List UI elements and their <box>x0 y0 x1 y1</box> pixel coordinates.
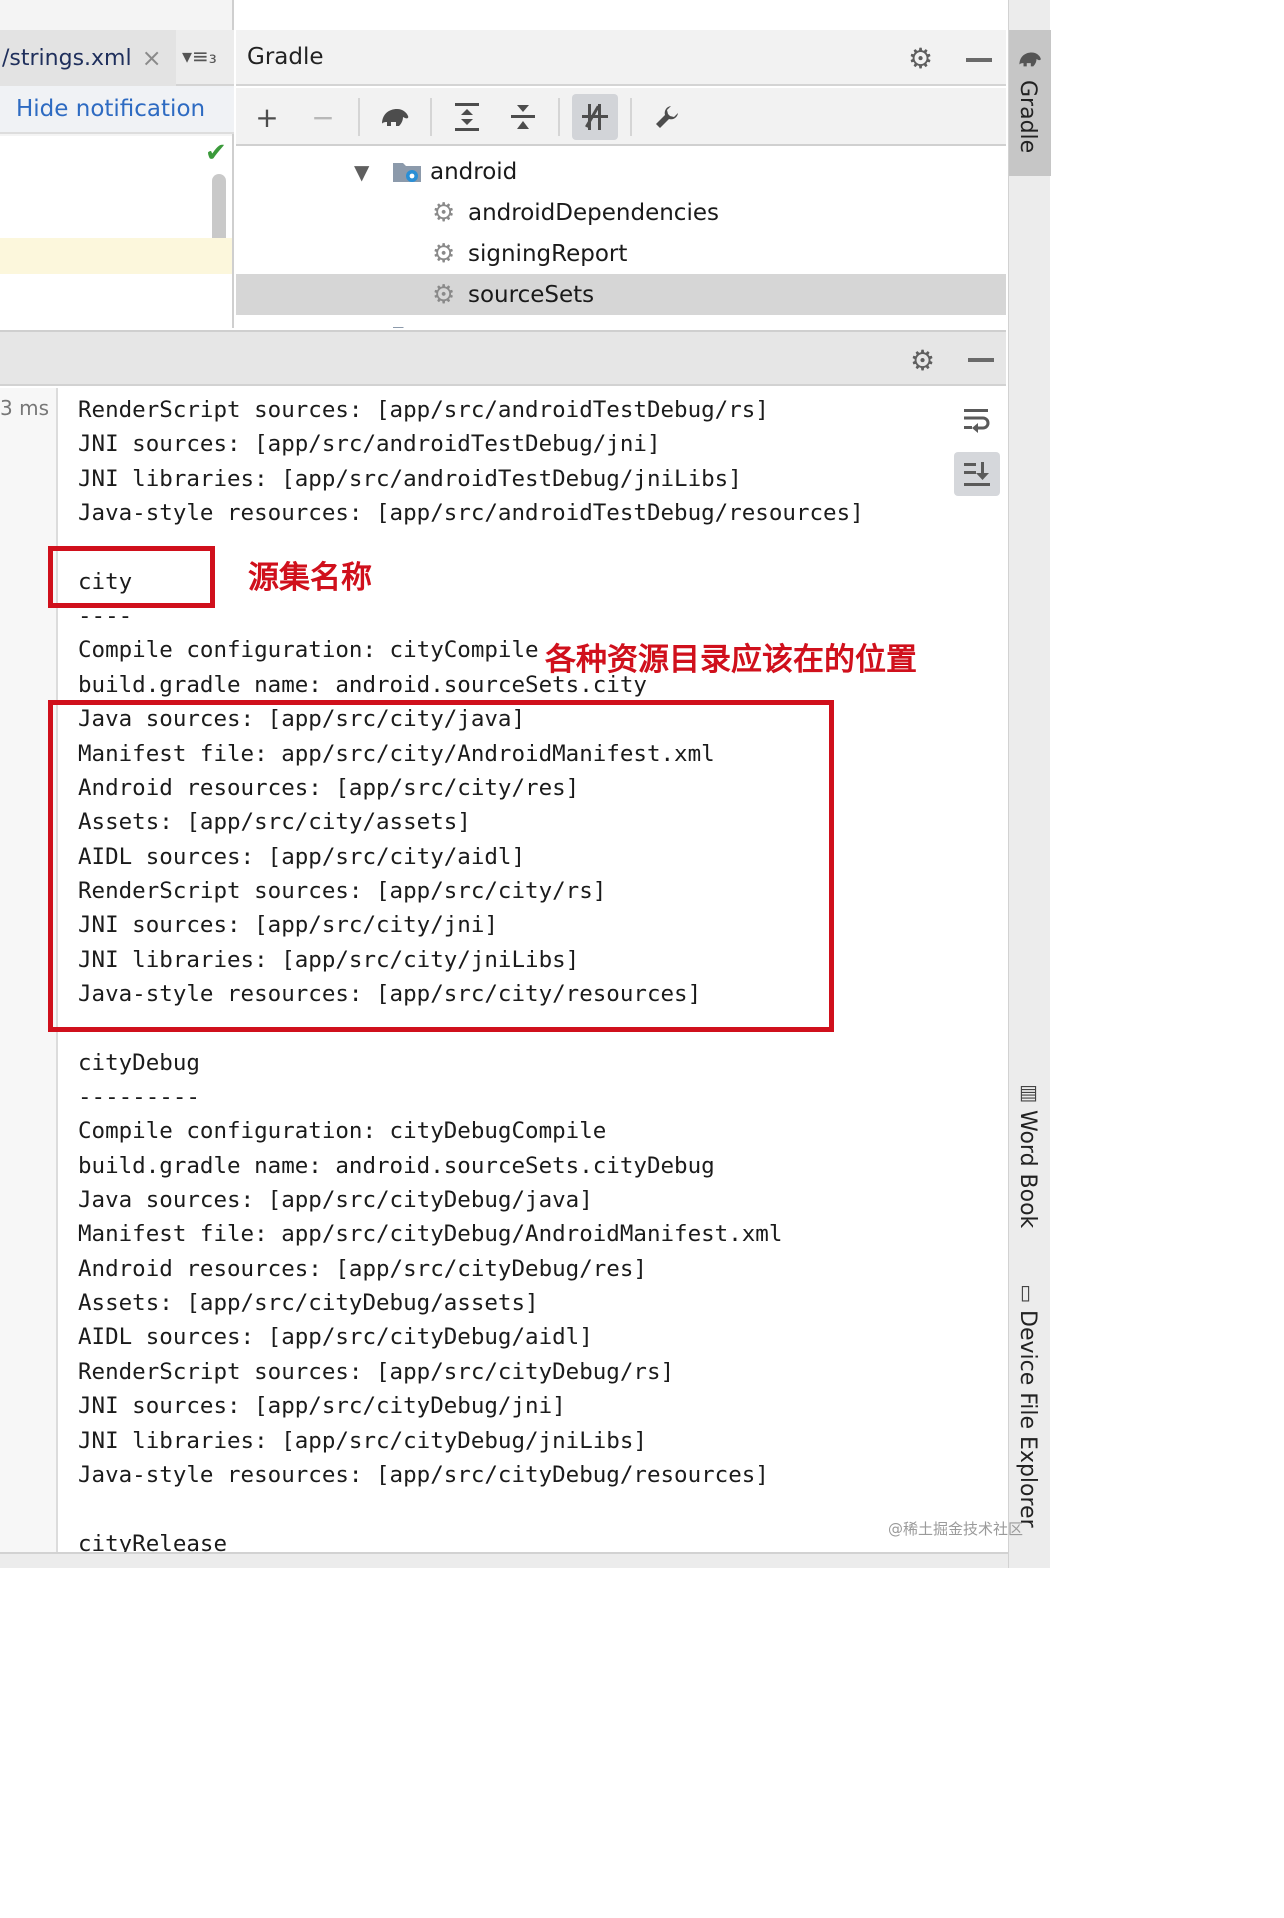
console-line: JNI libraries: [app/src/androidTestDebug… <box>78 465 742 492</box>
console-line: Assets: [app/src/cityDebug/assets] <box>78 1290 539 1317</box>
console-line: Manifest file: app/src/cityDebug/Android… <box>78 1221 783 1248</box>
watermark: @稀土掘金技术社区 <box>888 1520 1024 1538</box>
toolbar-separator <box>630 98 632 136</box>
toolbar-separator <box>430 98 432 136</box>
annotation-box-resource-dirs <box>48 700 834 1032</box>
right-tool-stripe: Gradle ▤ Word Book ▯ Device File Explore… <box>1008 0 1051 1568</box>
close-icon[interactable]: × <box>142 44 162 72</box>
editor-tab-bar: /strings.xml × ▾≡₃ <box>0 30 234 86</box>
current-line-highlight <box>0 238 232 274</box>
chevron-down-icon[interactable]: ▼ <box>354 324 369 329</box>
hide-panel-icon[interactable] <box>966 58 992 62</box>
console-line: RenderScript sources: [app/src/androidTe… <box>78 397 769 423</box>
console-line: JNI sources: [app/src/cityDebug/jni] <box>78 1393 566 1420</box>
console-line: Java sources: [app/src/cityDebug/java] <box>78 1187 593 1214</box>
gradle-panel-title: Gradle <box>247 44 324 70</box>
gear-icon: ⚙ <box>432 197 456 228</box>
gear-icon[interactable]: ⚙ <box>910 344 935 377</box>
gradle-tab-label: Gradle <box>1015 80 1040 154</box>
annotation-resource-dirs: 各种资源目录应该在的位置 <box>545 642 917 678</box>
tree-node-partial[interactable]: ▼ <box>236 315 1006 328</box>
run-panel-header: ⚙ <box>0 330 1006 386</box>
annotation-box-source-set-name <box>48 546 215 608</box>
annotation-source-set-name: 源集名称 <box>248 560 372 596</box>
console-line: cityRelease <box>78 1530 228 1552</box>
scroll-to-end-icon[interactable] <box>954 452 1000 496</box>
gradle-elephant-icon <box>1019 52 1041 67</box>
hide-panel-icon[interactable] <box>968 358 994 362</box>
collapse-all-icon[interactable] <box>500 94 546 140</box>
tree-node-label: android <box>430 158 518 185</box>
task-duration-label: 3 ms <box>0 396 49 420</box>
console-side-toolbar <box>950 388 1006 1552</box>
console-line: cityDebug <box>78 1049 200 1076</box>
gradle-tool-window-button[interactable]: Gradle <box>1009 30 1051 176</box>
expand-all-icon[interactable] <box>444 94 490 140</box>
toolbar-separator <box>558 98 560 136</box>
console-line: AIDL sources: [app/src/cityDebug/aidl] <box>78 1324 593 1351</box>
tree-node-sourceSets[interactable]: ⚙ sourceSets <box>236 274 1006 315</box>
device-icon: ▯ <box>1020 1280 1032 1304</box>
execute-gradle-task-icon[interactable] <box>372 94 418 140</box>
wrench-icon[interactable] <box>644 94 690 140</box>
console-line: RenderScript sources: [app/src/cityDebug… <box>78 1358 675 1385</box>
book-icon: ▤ <box>1019 1080 1038 1104</box>
console-line: Compile configuration: cityCompile <box>78 637 539 664</box>
folder-icon <box>393 326 405 328</box>
word-book-tab-label: Word Book <box>1015 1110 1040 1229</box>
console-line: JNI libraries: [app/src/cityDebug/jniLib… <box>78 1427 647 1454</box>
tree-node-android[interactable]: ▼ android <box>236 151 1006 192</box>
word-book-tool-window-button[interactable]: ▤ Word Book <box>1009 1076 1051 1236</box>
hide-notification-link[interactable]: Hide notification <box>0 86 234 134</box>
console-line: Compile configuration: cityDebugCompile <box>78 1118 607 1145</box>
tree-node-signingReport[interactable]: ⚙ signingReport <box>236 233 1006 274</box>
gradle-toolbar: + − <box>236 88 1006 146</box>
console-line: build.gradle name: android.sourceSets.ci… <box>78 1152 715 1179</box>
gradle-module-folder-icon <box>393 162 421 182</box>
editor-body[interactable]: ✔ <box>0 136 232 328</box>
editor-scrollbar[interactable] <box>212 174 226 246</box>
tree-node-label: sourceSets <box>468 281 595 308</box>
tree-node-label: androidDependencies <box>468 199 719 226</box>
inspection-ok-icon: ✔ <box>205 138 227 168</box>
add-icon[interactable]: + <box>244 94 290 140</box>
chevron-down-icon[interactable]: ▼ <box>354 160 369 184</box>
remove-icon[interactable]: − <box>300 94 346 140</box>
console-line: Android resources: [app/src/cityDebug/re… <box>78 1255 647 1282</box>
console-line: JNI sources: [app/src/androidTestDebug/j… <box>78 431 661 458</box>
gradle-task-tree[interactable]: ▼ android ⚙ androidDependencies ⚙ signin… <box>236 148 1006 328</box>
console-line: Java-style resources: [app/src/androidTe… <box>78 500 864 527</box>
device-file-explorer-tab-label: Device File Explorer <box>1015 1310 1040 1528</box>
gear-icon: ⚙ <box>432 279 456 310</box>
gradle-panel-header: Gradle ⚙ <box>236 30 1006 86</box>
console-line: --------- <box>78 1084 200 1110</box>
toolbar-separator <box>358 98 360 136</box>
toggle-offline-mode-icon[interactable] <box>572 94 618 140</box>
console-line: Java-style resources: [app/src/cityDebug… <box>78 1461 769 1488</box>
editor-tab-strings-xml[interactable]: /strings.xml × <box>0 30 176 86</box>
gear-icon: ⚙ <box>432 238 456 269</box>
tree-node-androidDependencies[interactable]: ⚙ androidDependencies <box>236 192 1006 233</box>
tab-list-menu-icon[interactable]: ▾≡₃ <box>182 44 217 68</box>
device-file-explorer-tool-window-button[interactable]: ▯ Device File Explorer <box>1009 1276 1051 1546</box>
editor-area: /strings.xml × ▾≡₃ Hide notification ✔ <box>0 0 234 328</box>
status-bar <box>0 1552 1008 1568</box>
editor-tab-label: /strings.xml <box>2 45 132 71</box>
gear-icon[interactable]: ⚙ <box>908 42 933 75</box>
tree-node-label: signingReport <box>468 240 628 267</box>
soft-wrap-icon[interactable] <box>954 398 1000 442</box>
